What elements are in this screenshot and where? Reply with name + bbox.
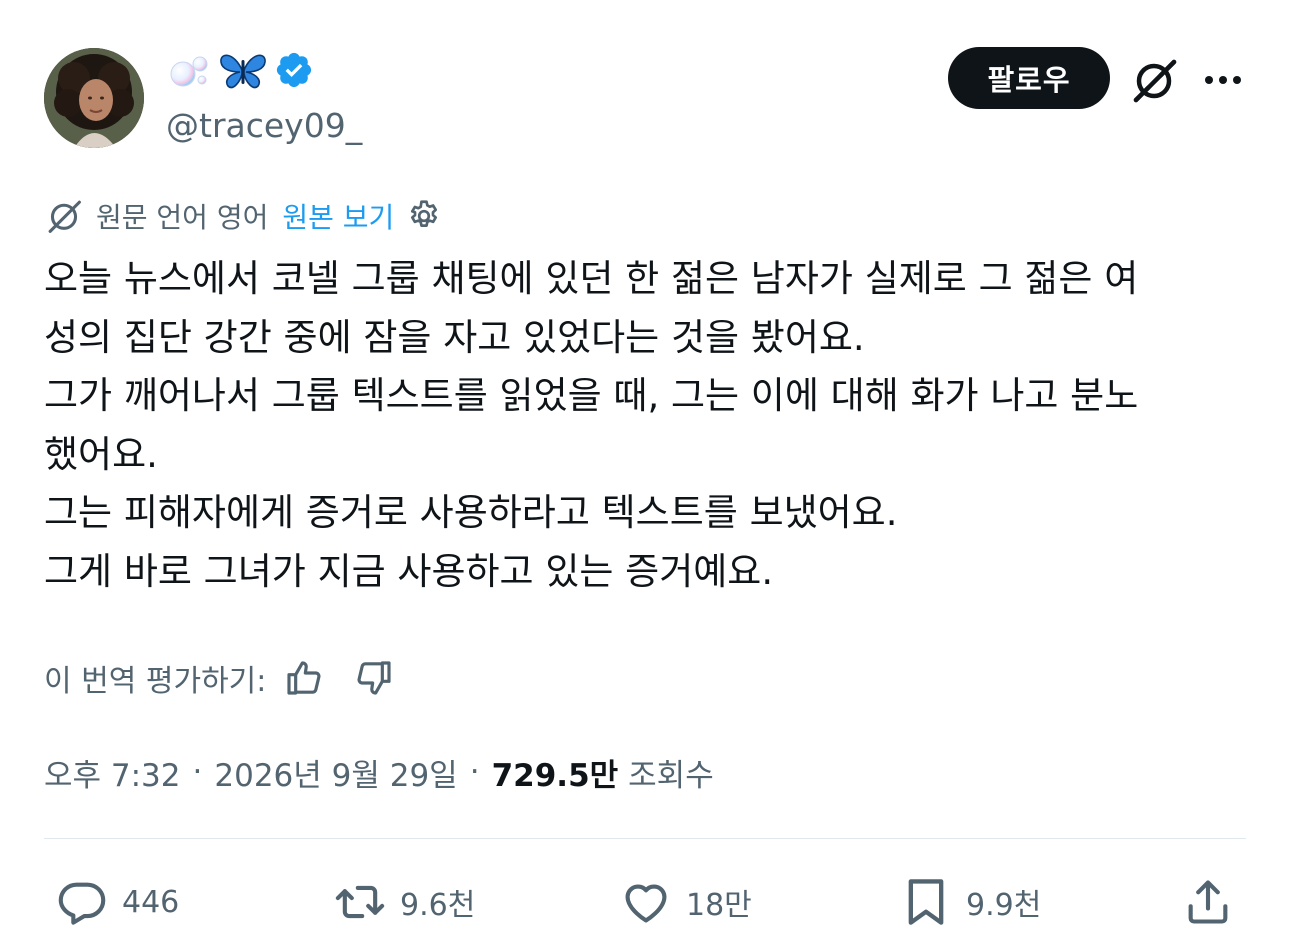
avatar[interactable] — [44, 48, 144, 148]
meta-separator: · — [192, 754, 203, 790]
grok-translate-icon — [48, 200, 81, 233]
reply-icon — [58, 882, 106, 925]
reply-button[interactable]: 446 — [56, 872, 179, 932]
share-button[interactable] — [1182, 872, 1248, 932]
grok-icon[interactable] — [1128, 54, 1180, 106]
tweet-text-line: 그가 깨어나서 그룹 텍스트를 읽었을 때, 그는 이에 대해 화가 나고 분노 — [44, 374, 1139, 417]
rate-translation: 이 번역 평가하기: — [44, 654, 394, 702]
verified-badge-icon — [276, 52, 312, 88]
tweet-text-line: 그는 피해자에게 증거로 사용하라고 텍스트를 보냈어요. — [44, 491, 898, 534]
tweet-text-line: 했어요. — [44, 432, 158, 476]
display-name[interactable] — [166, 50, 314, 90]
butterfly-emoji — [220, 54, 266, 89]
thumbs-down-icon[interactable] — [354, 658, 394, 698]
more-dots-icon[interactable] — [1200, 60, 1246, 100]
tweet-time[interactable]: 오후 7:32 — [44, 750, 181, 795]
tweet-text-line: 성의 집단 강간 중에 잠을 자고 있었다는 것을 봤어요. — [44, 315, 865, 359]
meta-separator: · — [469, 754, 480, 790]
tweet-date[interactable]: 2026년 9월 29일 — [214, 750, 457, 795]
source-language-label: 원문 언어 영어 — [96, 201, 269, 234]
gear-icon[interactable] — [406, 198, 442, 234]
like-button[interactable]: 18만 — [620, 872, 752, 932]
follow-button[interactable]: 팔로우 — [948, 47, 1110, 109]
thumbs-up-icon[interactable] — [284, 658, 324, 698]
view-original-link[interactable]: 원본 보기 — [282, 196, 394, 236]
author-handle[interactable]: @tracey09_ — [166, 104, 362, 148]
bookmark-button[interactable]: 9.9천 — [900, 872, 1041, 932]
tweet-meta: 오후 7:32 · 2026년 9월 29일 · 729.5만 조회수 — [44, 746, 714, 798]
rate-translation-label: 이 번역 평가하기: — [44, 664, 267, 699]
bookmark-icon — [908, 879, 944, 925]
bubbles-emoji — [170, 56, 208, 87]
divider — [44, 838, 1246, 839]
reply-count: 446 — [122, 884, 180, 920]
avatar-image — [44, 48, 144, 148]
retweet-icon — [335, 885, 385, 919]
retweet-count: 9.6천 — [400, 888, 476, 923]
tweet-text-line: 오늘 뉴스에서 코넬 그룹 채팅에 있던 한 젊은 남자가 실제로 그 젊은 여 — [44, 257, 1139, 300]
views-count: 729.5만 — [491, 757, 619, 794]
retweet-button[interactable]: 9.6천 — [334, 872, 475, 932]
tweet-text: 오늘 뉴스에서 코넬 그룹 채팅에 있던 한 젊은 남자가 실제로 그 젊은 여… — [44, 250, 1254, 601]
heart-icon — [625, 884, 667, 923]
share-icon — [1188, 880, 1228, 924]
views-label: 조회수 — [628, 757, 714, 794]
translation-bar: 원문 언어 영어 원본 보기 — [44, 194, 442, 238]
bookmark-count: 9.9천 — [966, 888, 1042, 923]
like-count: 18만 — [686, 888, 752, 923]
tweet-text-line: 그게 바로 그녀가 지금 사용하고 있는 증거예요. — [44, 549, 774, 593]
